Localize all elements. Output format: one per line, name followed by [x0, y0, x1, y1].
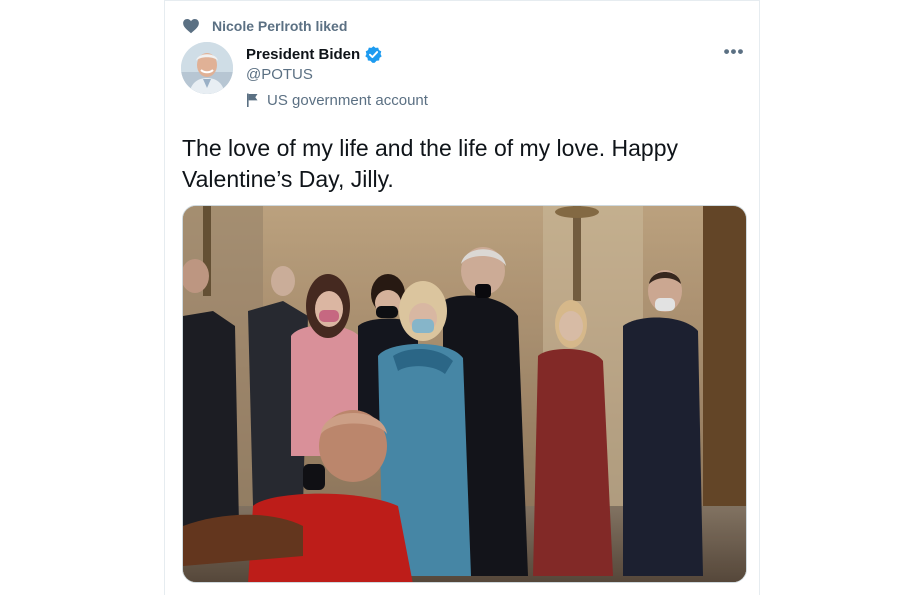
tweet-text: The love of my life and the life of my l… [182, 135, 679, 192]
author-name[interactable]: President Biden [246, 46, 360, 63]
social-context: Nicole Perlroth liked [182, 16, 347, 36]
account-label: US government account [267, 91, 428, 109]
flag-icon [246, 93, 260, 107]
tweet-card[interactable]: Nicole Perlroth liked President Biden @P… [164, 0, 760, 595]
liked-by-text[interactable]: Nicole Perlroth liked [212, 18, 347, 34]
more-options-button[interactable]: ••• [721, 39, 747, 65]
tweet-photo[interactable] [182, 205, 747, 583]
page: Nicole Perlroth liked President Biden @P… [0, 0, 918, 595]
author-name-row[interactable]: President Biden [246, 43, 383, 65]
account-label-row: US government account [246, 90, 428, 110]
avatar[interactable] [181, 42, 233, 94]
verified-badge-icon [364, 45, 383, 64]
author-handle[interactable]: @POTUS [246, 65, 313, 85]
heart-icon [182, 17, 200, 35]
